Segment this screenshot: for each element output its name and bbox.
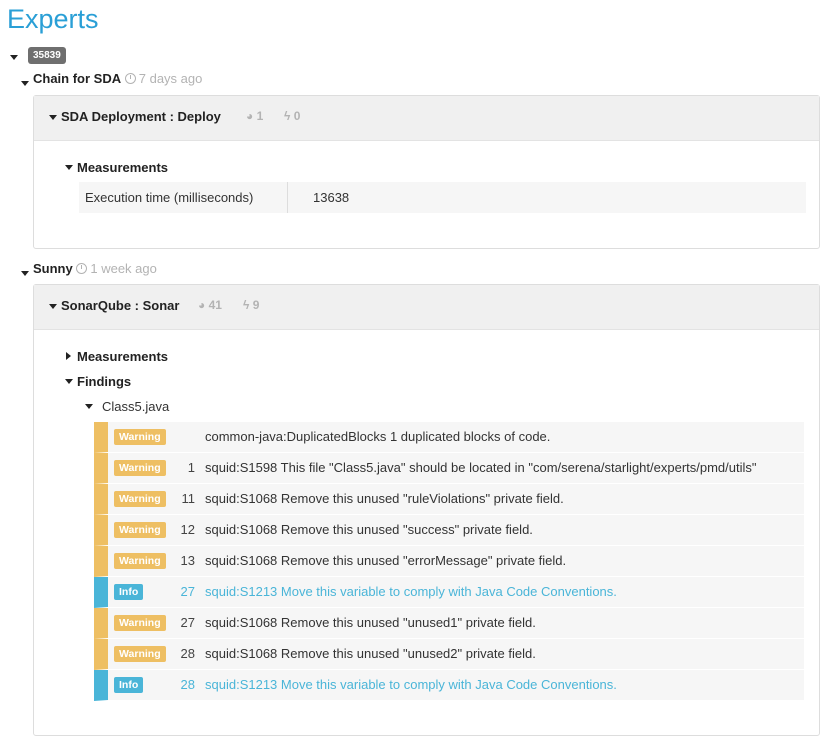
warning-label: Warning: [114, 429, 166, 445]
finding-row: Warning 11 squid:S1068 Remove this unused …: [94, 484, 804, 515]
finding-line: 11: [181, 491, 196, 506]
caret-down-icon: [21, 81, 29, 86]
bolt-icon: ϟ: [243, 298, 250, 312]
measurements-toggle[interactable]: [66, 352, 71, 360]
info-label: Info: [114, 584, 144, 600]
caret-down-icon: [21, 271, 29, 276]
file-toggle[interactable]: [85, 404, 93, 409]
sunny-age-text: 1 week ago: [90, 261, 157, 276]
finding-line: 1: [187, 460, 195, 475]
caret-down-icon: [49, 115, 57, 120]
measurement-name: Execution time (milliseconds): [85, 190, 254, 205]
gauge-count: ◕ 1: [246, 109, 264, 123]
chain-age: 7 days ago: [124, 71, 203, 86]
measurements-label: Measurements: [77, 349, 169, 364]
finding-line: 27: [180, 615, 195, 630]
sunny-name: Sunny: [33, 261, 73, 276]
clock-icon: [124, 73, 136, 84]
warning-label: Warning: [114, 646, 166, 662]
chain-toggle[interactable]: [21, 74, 29, 89]
file-name: Class5.java: [102, 399, 170, 414]
deploy-panel: SDA Deployment : Deploy ◕ 1 ϟ 0 Measurem…: [33, 95, 820, 249]
sunny-toggle[interactable]: [21, 264, 29, 279]
finding-text: common-java:DuplicatedBlocks 1 duplicate…: [205, 429, 551, 444]
chain-age-text: 7 days ago: [138, 71, 203, 86]
warning-label: Warning: [114, 491, 166, 507]
finding-row: Warning common-java:DuplicatedBlocks 1 du…: [94, 422, 804, 453]
finding-text[interactable]: squid:S1213 Move this variable to comply…: [205, 584, 617, 599]
sonar-panel: SonarQube : Sonar ◕ 41 ϟ 9 Measurements …: [33, 284, 820, 736]
finding-row: Warning 12 squid:S1068 Remove this unused …: [94, 515, 804, 546]
findings-label: Findings: [77, 374, 132, 389]
deploy-panel-title: SDA Deployment : Deploy: [61, 109, 221, 124]
build-badge: 35839: [28, 47, 66, 64]
finding-text[interactable]: squid:S1213 Move this variable to comply…: [205, 677, 617, 692]
finding-text: squid:S1598 This file "Class5.java" shou…: [205, 460, 757, 475]
bolt-count: ϟ 0: [284, 109, 301, 123]
warning-label: Warning: [114, 615, 166, 631]
warning-label: Warning: [114, 522, 166, 538]
finding-row: Warning 27 squid:S1068 Remove this unused …: [94, 608, 804, 639]
deploy-panel-header[interactable]: SDA Deployment : Deploy ◕ 1 ϟ 0: [34, 96, 819, 141]
warning-label: Warning: [114, 460, 166, 476]
sonar-panel-header[interactable]: SonarQube : Sonar ◕ 41 ϟ 9: [34, 285, 819, 330]
bolt-count: ϟ 9: [243, 298, 260, 312]
finding-text: squid:S1068 Remove this unused "ruleViol…: [205, 491, 564, 506]
sunny-age: 1 week ago: [76, 261, 157, 276]
finding-text: squid:S1068 Remove this unused "errorMes…: [205, 553, 567, 568]
warning-label: Warning: [114, 553, 166, 569]
finding-line: 28: [180, 677, 195, 692]
chain-header: Chain for SDA 7 days ago: [33, 71, 202, 87]
findings-toggle[interactable]: [65, 379, 73, 384]
caret-down-icon: [49, 304, 57, 309]
sunny-header: Sunny 1 week ago: [33, 261, 157, 277]
bolt-icon: ϟ: [284, 109, 291, 123]
measurements-label: Measurements: [77, 160, 169, 175]
finding-row: Warning 1 squid:S1598 This file "Class5.ja…: [94, 453, 804, 484]
finding-text: squid:S1068 Remove this unused "unused1"…: [205, 615, 536, 630]
caret-down-icon: [10, 55, 18, 60]
finding-line: 13: [180, 553, 195, 568]
measurements-toggle[interactable]: [65, 165, 73, 170]
finding-text: squid:S1068 Remove this unused "unused2"…: [205, 646, 536, 661]
finding-text: squid:S1068 Remove this unused "success"…: [205, 522, 533, 537]
finding-row: Warning 13 squid:S1068 Remove this unused …: [94, 546, 804, 577]
finding-line: 12: [180, 522, 195, 537]
gauge-icon: ◕: [198, 298, 206, 312]
finding-row: Info 28 squid:S1213 Move this variable to …: [94, 670, 804, 701]
finding-line: 27: [180, 584, 195, 599]
finding-row: Info 27 squid:S1213 Move this variable to …: [94, 577, 804, 608]
finding-line: 28: [180, 646, 195, 661]
measurement-row: Execution time (milliseconds) 13638: [79, 182, 806, 214]
measurement-value: 13638: [313, 190, 350, 205]
sonar-panel-title: SonarQube : Sonar: [61, 298, 180, 313]
info-label: Info: [114, 677, 144, 693]
finding-row: Warning 28 squid:S1068 Remove this unused …: [94, 639, 804, 670]
chain-name: Chain for SDA: [33, 71, 122, 86]
clock-icon: [76, 263, 88, 274]
gauge-icon: ◕: [246, 109, 254, 123]
root-toggle[interactable]: [10, 48, 18, 63]
divider: [287, 182, 288, 213]
findings-list: Warning common-java:DuplicatedBlocks 1 du…: [94, 422, 804, 701]
gauge-count: ◕ 41: [198, 298, 222, 312]
page-title: Experts: [7, 4, 99, 34]
